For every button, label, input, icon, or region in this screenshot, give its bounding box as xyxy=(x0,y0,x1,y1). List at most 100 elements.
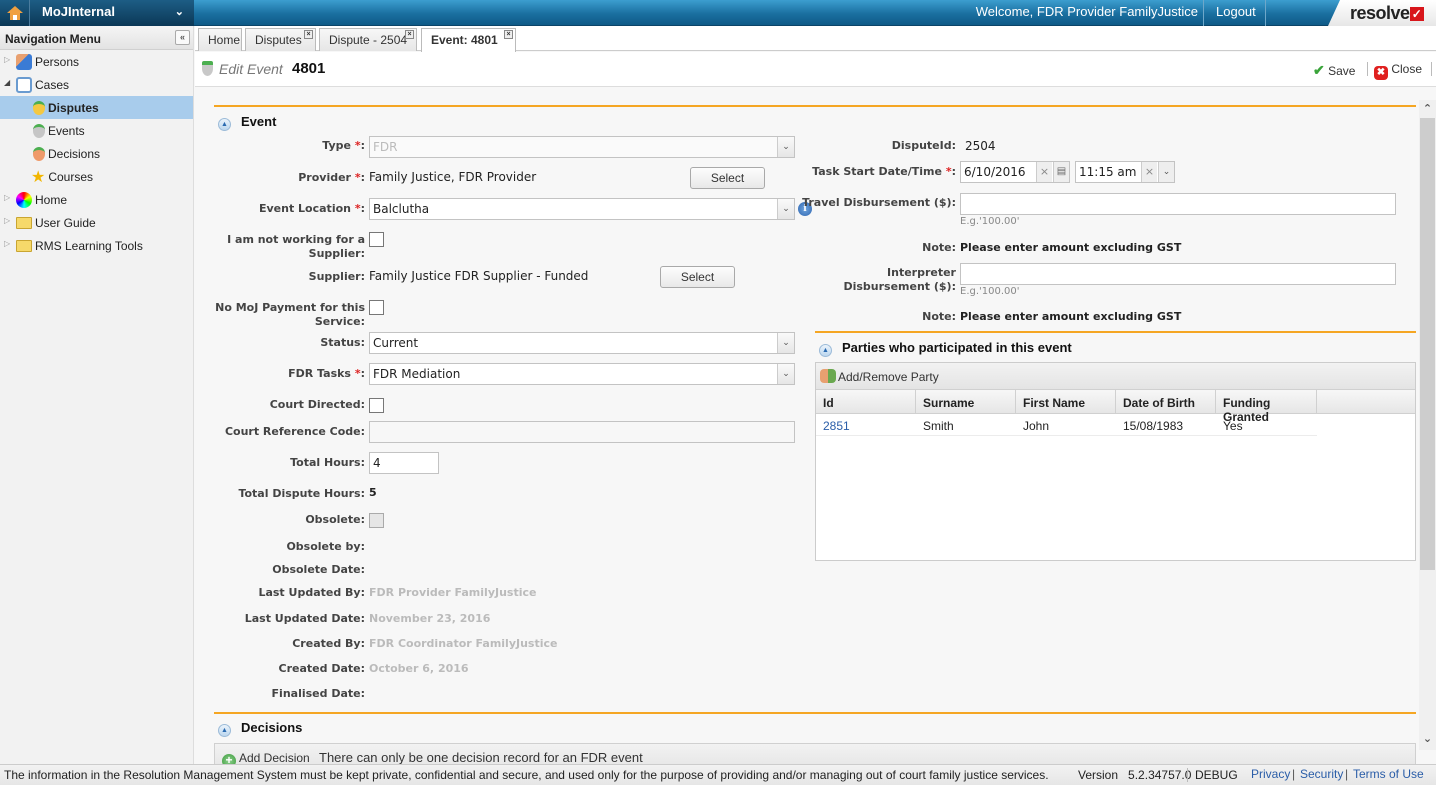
task-start-date-value: 6/10/2016 xyxy=(964,165,1026,179)
add-party-icon xyxy=(820,369,836,383)
tab-label: Dispute - 2504 xyxy=(329,33,408,47)
interpreter-disbursement-input[interactable] xyxy=(960,263,1396,285)
tab-label: Home xyxy=(208,33,241,47)
calendar-icon[interactable]: ▤ xyxy=(1053,162,1069,182)
court-directed-checkbox[interactable] xyxy=(369,398,384,413)
clear-time-icon[interactable]: × xyxy=(1141,162,1157,182)
close-button[interactable]: ✖ Close xyxy=(1374,62,1422,80)
status-label: Status: xyxy=(320,336,365,349)
close-tab-icon[interactable]: × xyxy=(304,30,313,39)
task-start-time-input[interactable]: 11:15 am × ⌄ xyxy=(1075,161,1175,183)
collapse-section-icon[interactable]: ▲ xyxy=(819,344,832,357)
not-supplier-checkbox[interactable] xyxy=(369,232,384,247)
close-tab-icon[interactable]: × xyxy=(405,30,414,39)
provider-label: Provider *: xyxy=(298,171,365,184)
add-decision-button[interactable]: + Add Decision xyxy=(222,751,310,764)
page-header: Edit Event 4801 ✔ Save ✖ Close xyxy=(195,52,1436,87)
sidebar-item-label: User Guide xyxy=(35,215,96,230)
sidebar-item-courses[interactable]: ★ Courses xyxy=(0,165,193,188)
event-location-select[interactable]: Balclutha ⌄ xyxy=(369,198,795,220)
event-medal-icon xyxy=(202,61,213,76)
task-start-date-input[interactable]: 6/10/2016 × ▤ xyxy=(960,161,1070,183)
chevron-down-icon[interactable]: ⌄ xyxy=(777,333,794,353)
note-label: Note: xyxy=(922,310,956,323)
globe-icon xyxy=(16,191,32,208)
section-header-parties[interactable]: ▲ Parties who participated in this event xyxy=(819,340,1072,357)
column-header-surname[interactable]: Surname xyxy=(916,390,1016,413)
terms-of-use-link[interactable]: Terms of Use xyxy=(1353,767,1424,781)
collapse-sidebar-button[interactable]: « xyxy=(175,30,190,45)
tab-dispute-2504[interactable]: Dispute - 2504 × xyxy=(319,28,417,51)
fdr-tasks-select[interactable]: FDR Mediation ⌄ xyxy=(369,363,795,385)
medal-orange-icon xyxy=(33,146,45,161)
section-divider xyxy=(214,105,1416,107)
chevron-down-icon[interactable]: ⌄ xyxy=(1158,162,1174,182)
type-select[interactable]: FDR ⌄ xyxy=(369,136,795,158)
vertical-scrollbar[interactable]: ⌃ ⌄ xyxy=(1419,100,1436,750)
app-switcher[interactable]: MoJInternal ⌄ xyxy=(30,0,194,26)
tab-home[interactable]: Home xyxy=(198,28,242,51)
sidebar-item-decisions[interactable]: Decisions xyxy=(0,142,193,165)
sidebar-item-disputes[interactable]: Disputes xyxy=(0,96,193,119)
select-supplier-button[interactable]: Select xyxy=(660,266,735,288)
collapse-arrow-icon[interactable]: ◢ xyxy=(4,78,10,87)
sidebar-item-cases[interactable]: ◢ Cases xyxy=(0,73,193,96)
select-provider-button[interactable]: Select xyxy=(690,167,765,189)
sidebar-item-user-guide[interactable]: ▷ User Guide xyxy=(0,211,193,234)
sidebar-item-events[interactable]: Events xyxy=(0,119,193,142)
tab-label: Disputes xyxy=(255,33,302,47)
expand-arrow-icon[interactable]: ▷ xyxy=(4,239,10,248)
section-header-decisions[interactable]: ▲ Decisions xyxy=(218,720,302,737)
collapse-section-icon[interactable]: ▲ xyxy=(218,724,231,737)
total-hours-input[interactable]: 4 xyxy=(369,452,439,474)
add-icon: + xyxy=(222,754,236,764)
expand-arrow-icon[interactable]: ▷ xyxy=(4,193,10,202)
chevron-down-icon[interactable]: ⌄ xyxy=(777,137,794,157)
checkmark-logo-icon: ✓ xyxy=(1409,7,1424,21)
no-moj-payment-checkbox[interactable] xyxy=(369,300,384,315)
section-header-event[interactable]: ▲ Event xyxy=(218,114,276,131)
logo-text: resolve xyxy=(1350,3,1410,23)
expand-arrow-icon[interactable]: ▷ xyxy=(4,55,10,64)
column-header-id[interactable]: Id xyxy=(816,390,916,413)
type-label: Type *: xyxy=(322,139,365,152)
chevron-down-icon[interactable]: ⌄ xyxy=(777,199,794,219)
obsolete-checkbox xyxy=(369,513,384,528)
last-updated-date-value: November 23, 2016 xyxy=(369,612,491,625)
collapse-section-icon[interactable]: ▲ xyxy=(218,118,231,131)
add-remove-party-button[interactable]: Add/Remove Party xyxy=(816,363,1415,390)
tab-disputes[interactable]: Disputes × xyxy=(245,28,316,51)
decisions-message: There can only be one decision record fo… xyxy=(319,750,643,764)
sidebar-item-label: RMS Learning Tools xyxy=(35,238,143,253)
chevron-down-icon: ⌄ xyxy=(174,6,184,18)
sidebar-item-rms-learning-tools[interactable]: ▷ RMS Learning Tools xyxy=(0,234,193,257)
folder-icon xyxy=(16,239,32,252)
home-button[interactable] xyxy=(0,0,30,26)
scrollbar-thumb[interactable] xyxy=(1420,118,1435,570)
sidebar-item-label: Courses xyxy=(48,169,94,184)
column-header-first-name[interactable]: First Name xyxy=(1016,390,1116,413)
travel-disbursement-input[interactable] xyxy=(960,193,1396,215)
scroll-down-icon[interactable]: ⌄ xyxy=(1419,732,1436,748)
sidebar-item-home[interactable]: ▷ Home xyxy=(0,188,193,211)
save-button[interactable]: ✔ Save xyxy=(1313,62,1355,79)
table-row[interactable]: 2851 Smith John 15/08/1983 Yes xyxy=(816,414,1317,436)
logout-link[interactable]: Logout xyxy=(1216,4,1256,19)
court-reference-input[interactable] xyxy=(369,421,795,443)
close-tab-icon[interactable]: × xyxy=(504,30,513,39)
party-id-link[interactable]: 2851 xyxy=(816,414,916,435)
expand-arrow-icon[interactable]: ▷ xyxy=(4,216,10,225)
column-header-funding-granted[interactable]: Funding Granted xyxy=(1216,390,1317,424)
clear-date-icon[interactable]: × xyxy=(1036,162,1052,182)
medal-gold-icon xyxy=(33,100,45,115)
chevron-down-icon[interactable]: ⌄ xyxy=(777,364,794,384)
task-start-time-value: 11:15 am xyxy=(1079,165,1137,179)
column-header-date-of-birth[interactable]: Date of Birth xyxy=(1116,390,1216,413)
tab-event-4801[interactable]: Event: 4801 × xyxy=(421,28,516,52)
security-link[interactable]: Security xyxy=(1300,767,1343,781)
dispute-id-label: DisputeId: xyxy=(891,139,956,152)
sidebar-item-persons[interactable]: ▷ Persons xyxy=(0,50,193,73)
scroll-up-icon[interactable]: ⌃ xyxy=(1419,102,1436,118)
status-select[interactable]: Current ⌄ xyxy=(369,332,795,354)
privacy-link[interactable]: Privacy xyxy=(1251,767,1290,781)
